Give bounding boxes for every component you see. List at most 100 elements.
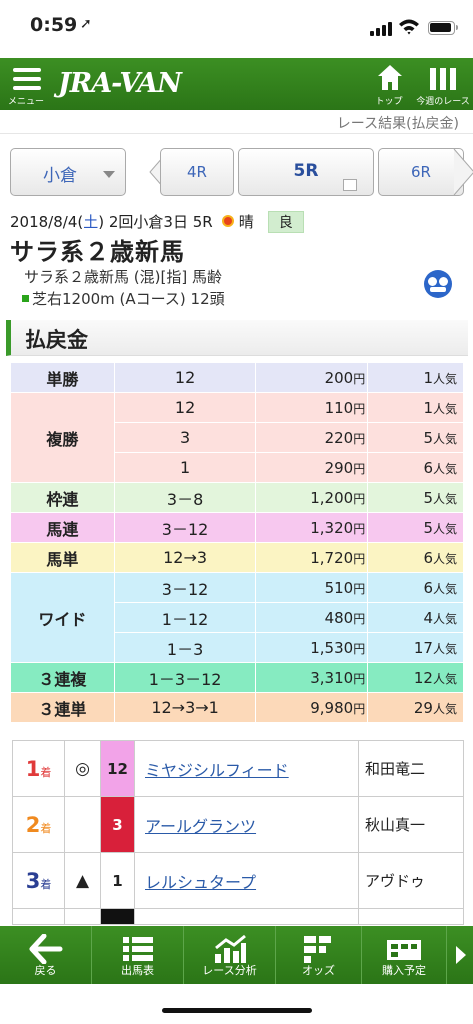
payout-amount-cell: 3,310円 — [255, 662, 369, 693]
popularity-cell: 1人気 — [367, 362, 464, 393]
yen-unit: 円 — [353, 401, 366, 416]
payout-amount: 220 — [324, 428, 354, 447]
bet-type: 馬単 — [10, 542, 115, 573]
payout-amount: 9,980 — [310, 698, 354, 717]
horse-name-cell — [134, 908, 359, 925]
sunny-icon — [221, 214, 235, 228]
popularity-cell: 5人気 — [367, 512, 464, 543]
yen-unit: 円 — [353, 641, 366, 656]
payout-amount: 510 — [324, 578, 354, 597]
turf-marker-icon — [22, 295, 29, 302]
bet-type: 単勝 — [10, 362, 115, 393]
payout-amount-cell: 290円 — [255, 452, 369, 483]
menu-button[interactable]: メニュー — [4, 58, 48, 110]
race-conditions: サラ系２歳新馬 (混)[指] 馬齢 — [24, 268, 222, 286]
popularity-unit: 人気 — [432, 701, 457, 716]
bet-type: 枠連 — [10, 482, 115, 513]
popularity-rank: 6 — [423, 548, 433, 567]
payout-amount: 200 — [324, 368, 354, 387]
payout-amount-cell: 220円 — [255, 422, 369, 453]
popularity-cell: 6人気 — [367, 542, 464, 573]
payout-amount: 3,310 — [310, 668, 354, 687]
prev-race-button[interactable]: 4R — [160, 148, 234, 196]
payout-table: 単勝 12 200円 1人気 複勝 12 110円 1人気 3 220円 5人気 1 290円 6人気 枠連… — [10, 362, 464, 723]
payout-amount-cell: 1,530円 — [255, 632, 369, 663]
payout-amount: 290 — [324, 458, 354, 477]
popularity-cell: 4人気 — [367, 602, 464, 633]
payout-amount-cell: 1,200円 — [255, 482, 369, 513]
popularity-cell: 17人気 — [367, 632, 464, 663]
race-course-text: 芝右1200m (Aコース) 12頭 — [32, 290, 225, 308]
jra-van-logo[interactable]: JRA-VAN — [58, 68, 182, 99]
entries-button[interactable]: 出馬表 — [92, 926, 184, 984]
more-arrow-icon[interactable] — [447, 926, 473, 984]
popularity-rank: 6 — [423, 578, 433, 597]
popularity-unit: 人気 — [432, 401, 457, 416]
horse-name-cell: アールグランツ — [134, 796, 359, 853]
bet-type: ３連単 — [10, 692, 115, 723]
bet-type: 馬連 — [10, 512, 115, 543]
popularity-cell: 1人気 — [367, 392, 464, 423]
finish-place-number: 3 — [25, 868, 41, 893]
race-analysis-button[interactable]: レース分析 — [184, 926, 276, 984]
weather-text: 晴 — [238, 213, 254, 231]
popularity-unit: 人気 — [432, 611, 457, 626]
popularity-unit: 人気 — [432, 521, 457, 536]
purchase-plan-button[interactable]: 購入予定 — [362, 926, 447, 984]
payout-amount: 1,530 — [310, 638, 354, 657]
payout-amount-cell: 200円 — [255, 362, 369, 393]
payout-combination: 12 — [113, 392, 257, 423]
horse-name-link[interactable]: レルシュタープ — [145, 873, 256, 892]
popularity-rank: 5 — [423, 428, 433, 447]
payout-combination: 3－12 — [113, 512, 257, 543]
top-button[interactable]: トップ — [365, 58, 413, 110]
current-race-button[interactable]: 5R — [238, 148, 374, 196]
horse-name-link[interactable]: ミヤジシルフィード — [145, 761, 289, 780]
race-analysis-label: レース分析 — [202, 964, 257, 977]
horse-name-cell: ミヤジシルフィード — [134, 740, 359, 797]
page-subheader: レース結果(払戻金) — [0, 110, 473, 134]
payout-row: 複勝 12 110円 1人気 — [10, 392, 464, 483]
payout-section-heading: 払戻金 — [6, 320, 468, 356]
page-subtitle: レース結果(払戻金) — [336, 116, 459, 132]
finish-place-unit: 着 — [40, 821, 52, 835]
wifi-icon — [399, 19, 419, 35]
popularity-rank: 5 — [423, 518, 433, 537]
finish-place-number: 1 — [25, 756, 41, 781]
race-selector: 小倉 4R 5R 6R — [0, 134, 473, 206]
hamburger-icon — [13, 68, 41, 90]
this-week-races-button[interactable]: 今週のレース — [414, 58, 472, 110]
payout-amount: 1,720 — [310, 548, 354, 567]
prediction-mark: ◎ — [64, 740, 101, 797]
video-replay-icon[interactable] — [424, 270, 452, 298]
popularity-rank: 5 — [423, 488, 433, 507]
columns-icon — [430, 68, 456, 90]
venue-dropdown[interactable]: 小倉 — [10, 148, 126, 196]
popularity-rank: 12 — [413, 668, 433, 687]
payout-row: ３連複 1－3－12 3,310円 12人気 — [10, 662, 464, 693]
payout-combination: 12→3 — [113, 542, 257, 573]
popularity-rank: 1 — [423, 368, 433, 387]
track-condition-badge: 良 — [267, 211, 304, 233]
prediction-mark — [64, 908, 101, 925]
race-list-icon — [343, 179, 357, 191]
payout-combination: 12→3→1 — [113, 692, 257, 723]
payout-row: 枠連 3－8 1,200円 5人気 — [10, 482, 464, 513]
odds-button[interactable]: オッズ — [276, 926, 362, 984]
race-date: 2018/8/4( — [10, 213, 84, 231]
horse-name-link[interactable]: アールグランツ — [145, 817, 256, 836]
payout-combination: 1－3 — [113, 632, 257, 663]
finisher-row: 2着 3 アールグランツ 秋山真一 — [12, 796, 464, 853]
popularity-cell: 6人気 — [367, 452, 464, 483]
finish-position: 1着 — [12, 740, 65, 797]
status-time: 0:59 — [30, 14, 78, 36]
chevron-right-icon — [453, 148, 473, 196]
jockey-name — [358, 908, 464, 925]
popularity-unit: 人気 — [432, 551, 457, 566]
popularity-unit: 人気 — [432, 641, 457, 656]
finish-position: 3着 — [12, 852, 65, 909]
finish-place-unit: 着 — [40, 877, 52, 891]
finisher-row: 3着 ▲ 1 レルシュタープ アヴドゥ — [12, 852, 464, 909]
back-button[interactable]: 戻る — [0, 926, 92, 984]
popularity-rank: 29 — [413, 698, 433, 717]
